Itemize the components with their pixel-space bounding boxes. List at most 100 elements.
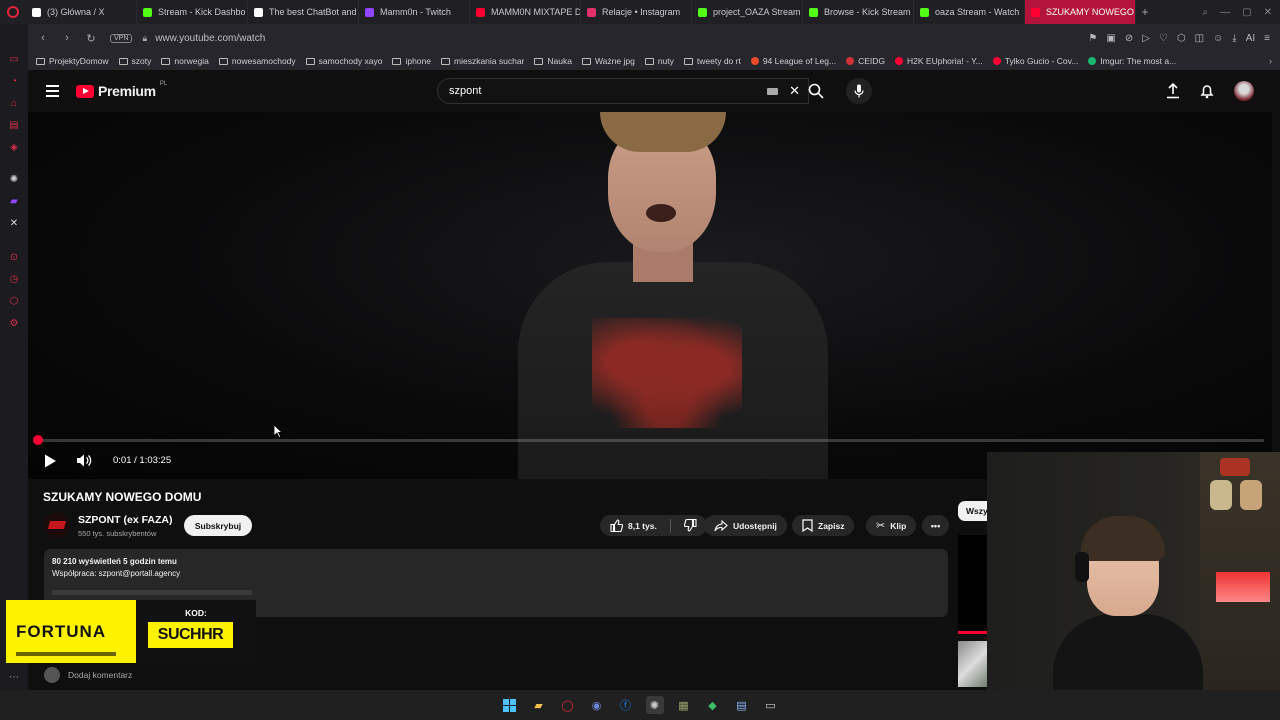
related-video-thumbnail[interactable] (958, 641, 988, 687)
sidebar-news-icon[interactable]: ▤ (7, 118, 21, 132)
sidebar-aria-icon[interactable]: ◔ (7, 74, 21, 88)
notifications-bell-icon[interactable] (1200, 83, 1214, 99)
search-input[interactable]: szpont ✕ (437, 78, 809, 104)
back-icon[interactable]: ‹ (34, 32, 52, 44)
bookmark-item[interactable]: iphone (392, 56, 431, 66)
channel-name[interactable]: SZPONT (ex FAZA) (78, 514, 173, 526)
sidebar-more-icon[interactable]: ⋯ (7, 670, 21, 684)
minimize-icon[interactable]: — (1220, 7, 1230, 18)
video-progress-bar[interactable] (36, 439, 1264, 442)
sidebar-x-icon[interactable]: ✕ (7, 216, 21, 230)
scrubber-handle[interactable] (33, 435, 43, 445)
search-tabs-icon[interactable]: ⌕ (1203, 7, 1209, 18)
browser-tab[interactable]: MAMM0N MIXTAPE D (470, 0, 581, 24)
bookmark-item[interactable]: norwegia (161, 56, 209, 66)
dislike-icon[interactable] (683, 519, 697, 532)
sidebar-settings-icon[interactable]: ⚙ (7, 316, 21, 330)
browser-tab[interactable]: Relacje • Instagram (581, 0, 692, 24)
bookmark-item[interactable]: Imgur: The most a... (1088, 56, 1176, 66)
sidebar-chatgpt-icon[interactable]: ✺ (7, 172, 21, 186)
bookmark-item[interactable]: nuty (644, 56, 674, 66)
close-window-icon[interactable]: ✕ (1264, 7, 1272, 18)
opera-gx-icon[interactable]: ◯ (559, 696, 577, 714)
upload-icon[interactable] (1166, 83, 1180, 99)
save-button[interactable]: Zapisz (792, 515, 855, 536)
wallet-icon[interactable]: ◫ (1195, 33, 1204, 44)
sidebar-twitch-icon[interactable]: ▰ (7, 194, 21, 208)
bookmark-item[interactable]: CEIDG (846, 56, 885, 66)
maximize-icon[interactable]: ▢ (1242, 7, 1251, 18)
sidebar-history-icon[interactable]: ◷ (7, 272, 21, 286)
add-comment-row[interactable]: Dodaj komentarz (44, 667, 132, 683)
share-button[interactable]: Udostępnij (704, 515, 787, 536)
keyboard-icon[interactable] (767, 88, 778, 95)
filter-chip-all[interactable]: Wszy (958, 501, 988, 521)
snapshot-icon[interactable]: ▣ (1106, 33, 1115, 44)
account-avatar[interactable] (1234, 81, 1254, 101)
lock-icon[interactable]: 🔒︎ (142, 33, 147, 44)
bookmarks-more-icon[interactable]: › (1269, 56, 1272, 66)
bookmark-item[interactable]: ProjektyDomow (36, 56, 109, 66)
terminal-icon[interactable]: ▭ (762, 696, 780, 714)
browser-tab[interactable]: Browse - Kick Stream (803, 0, 914, 24)
extensions-icon[interactable]: ⬡ (1177, 33, 1186, 44)
browser-tab[interactable]: Stream - Kick Dashbo (137, 0, 248, 24)
reload-icon[interactable]: ↻ (82, 32, 100, 45)
volume-button[interactable] (76, 453, 93, 473)
bookmark-item[interactable]: mieszkania suchar (441, 56, 524, 66)
sidebar-extensions-icon[interactable]: ⬡ (7, 294, 21, 308)
voice-search-button[interactable] (846, 78, 872, 104)
video-player[interactable]: 0:01 / 1:03:25 (28, 112, 1272, 479)
bookmark-item[interactable]: tweety do rt (683, 56, 741, 66)
game-launcher-icon[interactable]: ◆ (704, 696, 722, 714)
new-tab-button[interactable]: + (1136, 5, 1154, 19)
more-actions-button[interactable]: ••• (922, 515, 949, 536)
chatgpt-icon[interactable]: ✺ (645, 696, 664, 714)
browser-tab[interactable]: SZUKAMY NOWEGO DOM (1025, 0, 1136, 24)
bookmark-item[interactable]: samochody xayo (305, 56, 382, 66)
like-count[interactable]: 8,1 tys. (628, 521, 657, 531)
search-button[interactable] (799, 78, 832, 104)
browser-tab[interactable]: project_OAZA Stream (692, 0, 803, 24)
vpn-badge[interactable]: VPN (110, 33, 133, 43)
bookmark-item[interactable]: H2K EUphoria! - Y... (895, 56, 983, 66)
download-icon[interactable]: ⤓ (1232, 33, 1236, 44)
channel-avatar[interactable] (44, 512, 70, 538)
adblock-icon[interactable]: ⊘ (1125, 33, 1133, 44)
sidebar-player-icon[interactable]: ⊙ (7, 250, 21, 264)
bookmark-item[interactable]: nowesamochody (218, 56, 296, 66)
notepad-icon[interactable]: ▤ (733, 696, 751, 714)
bookmark-item[interactable]: Ważne jpg (581, 56, 635, 66)
player-icon[interactable]: ▷ (1142, 33, 1150, 44)
forward-icon[interactable]: › (58, 32, 76, 44)
like-icon[interactable] (610, 519, 623, 532)
youtube-logo[interactable]: Premium PL (76, 81, 167, 99)
facebook-icon[interactable]: ⓕ (617, 696, 635, 714)
browser-tab[interactable]: oaza Stream - Watch (914, 0, 1025, 24)
browser-tab[interactable]: (3) Główna / X (26, 0, 137, 24)
app-icon[interactable]: ▦ (675, 696, 693, 714)
play-button[interactable] (43, 453, 57, 474)
sidebar-wallet-icon[interactable]: ⌂ (7, 96, 21, 110)
add-comment-placeholder[interactable]: Dodaj komentarz (68, 670, 132, 680)
browser-tab[interactable]: The best ChatBot and (248, 0, 359, 24)
aria-ai-button[interactable]: AI (1246, 33, 1255, 44)
menu-icon[interactable]: ≡ (1264, 33, 1270, 44)
bookmark-item[interactable]: Tylko Gucio - Cov... (992, 56, 1078, 66)
discord-icon[interactable]: ◉ (588, 696, 606, 714)
bookmark-item[interactable]: szoty (118, 56, 151, 66)
clip-button[interactable]: ✂ Klip (866, 515, 917, 536)
sidebar-speed-dial-icon[interactable]: ▭ (7, 52, 21, 66)
url-field[interactable]: www.youtube.com/watch (155, 33, 265, 44)
sidebar-messenger-icon[interactable]: ◈ (7, 140, 21, 154)
subscribe-button[interactable]: Subskrybuj (184, 515, 252, 536)
file-explorer-icon[interactable]: ▰ (530, 696, 548, 714)
browser-tab[interactable]: Mamm0n - Twitch (359, 0, 470, 24)
heart-icon[interactable]: ♡ (1159, 33, 1168, 44)
windows-start-icon[interactable] (501, 696, 519, 714)
related-video-thumbnail[interactable] (958, 535, 988, 634)
opera-logo-icon[interactable] (0, 0, 26, 24)
profile-icon[interactable]: ☺ (1213, 33, 1223, 44)
bookmark-item[interactable]: Nauka (534, 56, 572, 66)
bookmark-item[interactable]: 94 League of Leg... (750, 56, 836, 66)
